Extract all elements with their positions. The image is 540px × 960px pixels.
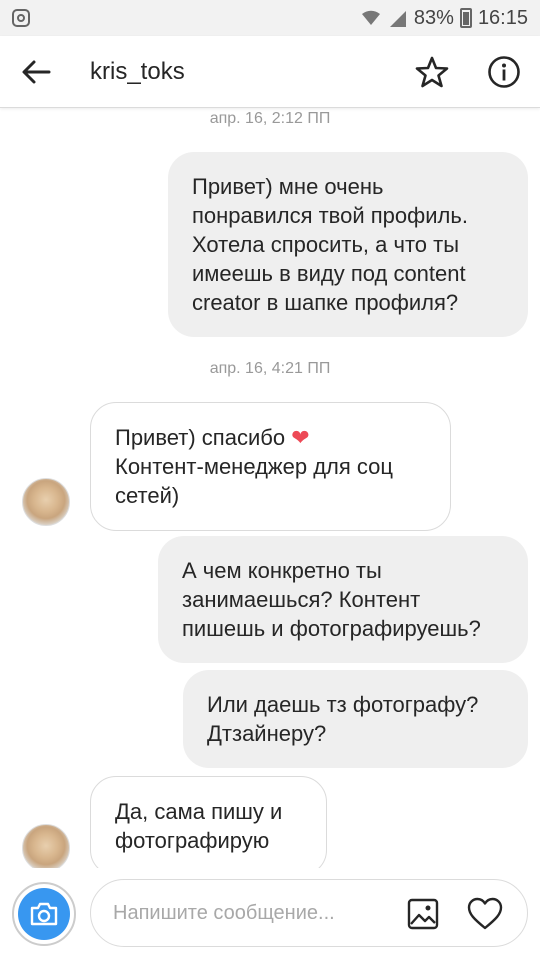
- gallery-icon: [407, 898, 439, 930]
- message-line: пишешь и фотографируешь?: [182, 616, 481, 641]
- sender-avatar[interactable]: [22, 824, 70, 868]
- favorite-button[interactable]: [396, 36, 468, 108]
- message-incoming[interactable]: Да, сама пишу и фотографирую: [90, 776, 327, 868]
- message-line: Контент-менеджер для соц: [115, 454, 393, 479]
- message-line: creator в шапке профиля?: [192, 290, 459, 315]
- message-line: Привет) мне очень: [192, 174, 384, 199]
- message-line: А чем конкретно ты: [182, 558, 382, 583]
- message-line: занимаешься? Контент: [182, 587, 421, 612]
- status-bar-right: 83% 16:15: [360, 7, 528, 30]
- message-line: фотографирую: [115, 828, 270, 853]
- message-outgoing[interactable]: А чем конкретно ты занимаешься? Контент …: [158, 536, 528, 663]
- back-button[interactable]: [0, 36, 72, 108]
- instagram-icon: [12, 9, 30, 27]
- message-line: Да, сама пишу и: [115, 799, 283, 824]
- message-line: Хотела спросить, а что ты: [192, 232, 460, 257]
- message-line: сетей): [115, 483, 180, 508]
- chat-header: kris_toks: [0, 36, 540, 108]
- message-outgoing[interactable]: Привет) мне очень понравился твой профил…: [168, 152, 528, 337]
- camera-icon: [30, 902, 58, 926]
- timestamp: апр. 16, 2:12 ПП: [209, 110, 331, 127]
- status-time: 16:15: [477, 6, 528, 29]
- info-icon: [488, 55, 520, 88]
- status-bar: 83% 16:15: [0, 0, 540, 36]
- heart-emoji: ❤: [291, 425, 310, 450]
- star-icon: [415, 56, 449, 87]
- wifi-icon: [360, 9, 382, 27]
- heart-icon: [467, 897, 503, 930]
- battery-percent: 83%: [413, 6, 454, 29]
- signal-icon: [388, 9, 408, 27]
- camera-button[interactable]: [12, 882, 76, 946]
- like-button[interactable]: [465, 894, 505, 934]
- info-button[interactable]: [468, 36, 540, 108]
- message-list[interactable]: апр. 16, 2:12 ПП Привет) мне очень понра…: [0, 108, 540, 868]
- sender-avatar[interactable]: [22, 478, 70, 526]
- message-line: Или даешь тз фотографу?: [207, 692, 479, 717]
- message-input-container[interactable]: [90, 879, 528, 947]
- message-line: Привет) спасибо ❤: [115, 423, 426, 452]
- message-text: Привет) спасибо: [115, 425, 292, 450]
- message-line: понравился твой профиль.: [192, 203, 468, 228]
- message-outgoing[interactable]: Или даешь тз фотографу? Дтзайнеру?: [183, 670, 528, 768]
- battery-icon: [459, 8, 472, 28]
- camera-button-fill: [18, 888, 70, 940]
- message-line: Дтзайнеру?: [207, 721, 327, 746]
- back-arrow-icon: [22, 60, 51, 83]
- message-incoming[interactable]: Привет) спасибо ❤ Контент-менеджер для с…: [90, 402, 451, 531]
- conversation-title[interactable]: kris_toks: [90, 58, 185, 86]
- message-line: имеешь в виду под content: [192, 261, 466, 286]
- message-input[interactable]: [113, 901, 393, 925]
- timestamp: апр. 16, 4:21 ПП: [209, 360, 331, 377]
- header-actions: [396, 36, 540, 108]
- gallery-button[interactable]: [403, 894, 443, 934]
